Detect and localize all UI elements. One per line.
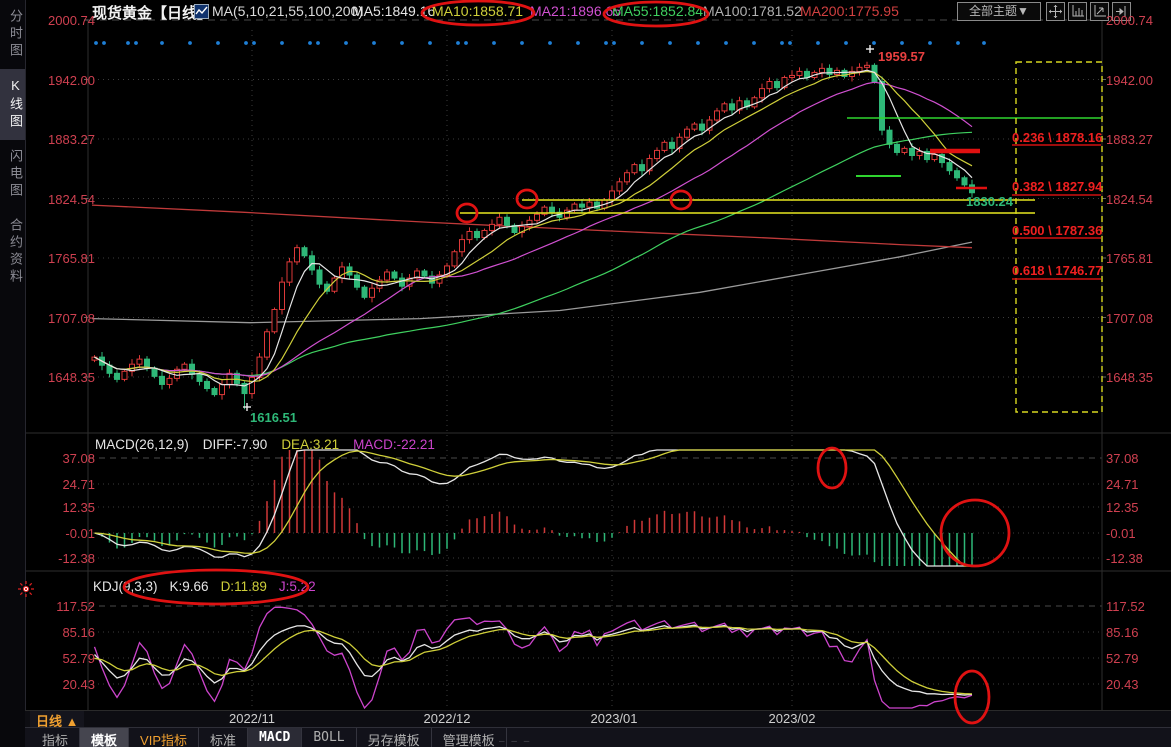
low-price-tag: 1616.51 (250, 410, 297, 425)
macd-axis-label: 12.35 (1106, 500, 1139, 515)
ma-parameters-label: MA(5,10,21,55,100,200) (212, 3, 363, 19)
macd-axis-label: -12.38 (1106, 551, 1143, 566)
sidebar-tab-2[interactable]: 闪电图 (0, 140, 25, 209)
kdj-k-value: K:9.66 (169, 579, 209, 594)
pan-icon[interactable] (1046, 2, 1065, 21)
macd-axis-label: 12.35 (62, 500, 95, 515)
price-axis-label: 1648.35 (48, 370, 95, 385)
kdj-d-value: D:11.89 (220, 579, 267, 594)
macd-axis-label: 24.71 (1106, 477, 1139, 492)
price-axis-label: 1707.08 (1106, 310, 1153, 326)
sidebar-tab-0[interactable]: 分时图 (0, 0, 25, 69)
price-axis-label: 2000.74 (48, 13, 95, 28)
ma-value-3: MA55:1852.84 (612, 3, 704, 19)
theme-dropdown-button[interactable]: 全部主题▼ (957, 2, 1041, 21)
kdj-axis-label: 52.79 (1106, 651, 1139, 666)
time-axis-label: 2023/02 (768, 711, 816, 726)
kdj-legend: KDJ(9,3,3) K:9.66 D:11.89 J:5.22 (93, 579, 316, 594)
macd-macd-value: MACD:-22.21 (353, 437, 435, 452)
bottom-tab-bar: 指标 模板 VIP指标 标准 MACD BOLL 另存模板 管理模板 (25, 727, 1171, 747)
bottom-tab-6[interactable]: 另存模板 (357, 728, 432, 747)
macd-title: MACD(26,12,9) (95, 437, 189, 452)
kdj-axis-label: 85.16 (1106, 625, 1139, 640)
kdj-j-value: J:5.22 (278, 579, 316, 594)
bottom-tab-4[interactable]: MACD (248, 728, 303, 747)
macd-legend: MACD(26,12,9) DIFF:-7.90 DEA:3.21 MACD:-… (95, 437, 435, 452)
chart-canvas[interactable] (0, 0, 1171, 747)
price-axis-label: 1883.27 (48, 132, 95, 147)
axis-scale-icon[interactable] (1068, 2, 1087, 21)
macd-axis-label: -0.01 (65, 526, 95, 541)
time-axis-label: 2022/11 (228, 711, 276, 726)
indicator-chart-icon[interactable] (194, 4, 209, 19)
fibonacci-level-label: 0.236 \ 1878.16 (1012, 130, 1103, 145)
kdj-axis-label: 52.79 (62, 651, 95, 666)
kdj-axis-label: 20.43 (62, 677, 95, 692)
macd-dea-value: DEA:3.21 (281, 437, 340, 452)
price-axis-label: 1648.35 (1106, 370, 1153, 385)
macd-axis-label: -0.01 (1106, 526, 1136, 541)
ma-value-4: MA100:1781.52 (703, 3, 802, 19)
bottom-tab-5[interactable]: BOLL (302, 728, 357, 747)
ma-value-5: MA200:1775.95 (800, 3, 899, 19)
fibonacci-level-label: 0.618 \ 1746.77 (1012, 263, 1103, 278)
kdj-axis-label: 85.16 (62, 625, 95, 640)
ma-value-1: MA10:1858.71 (432, 3, 524, 19)
macd-diff-value: DIFF:-7.90 (202, 437, 268, 452)
price-axis-label: 1942.00 (1106, 72, 1153, 88)
price-axis-label: 1824.54 (1106, 191, 1153, 207)
bottom-tab-2[interactable]: VIP指标 (129, 728, 199, 747)
macd-axis-label: 37.08 (1106, 451, 1139, 466)
bottom-tab-0[interactable]: 指标 (31, 728, 81, 747)
bottom-tab-3[interactable]: 标准 (199, 728, 249, 747)
price-axis-label: 2000.74 (1106, 13, 1153, 28)
last-price-tag: 1830.24 (966, 194, 1013, 209)
ma-value-2: MA21:1896.65 (530, 3, 622, 19)
time-axis-label: 2022/12 (423, 711, 471, 726)
time-axis-label: 2023/01 (590, 711, 638, 726)
sidebar-tab-1[interactable]: K线图 (0, 69, 25, 140)
price-axis-label: 1883.27 (1106, 132, 1153, 147)
price-axis-label: 1765.81 (1106, 251, 1153, 266)
kdj-axis-label: 117.52 (56, 599, 95, 614)
fibonacci-level-label: 0.500 \ 1787.36 (1012, 223, 1103, 238)
macd-axis-label: 37.08 (62, 451, 95, 466)
price-axis-label: 1765.81 (48, 251, 95, 266)
fibonacci-level-label: 0.382 \ 1827.94 (1012, 179, 1103, 194)
price-axis-label: 1824.54 (48, 191, 95, 207)
peak-price-tag: 1959.57 (878, 49, 925, 64)
bottom-tab-1[interactable]: 模板 (80, 728, 130, 747)
ma-value-0: MA5:1849.16 (352, 3, 436, 19)
sidebar-tab-3[interactable]: 合约资料 (0, 209, 25, 295)
kdj-axis-label: 20.43 (1106, 677, 1139, 692)
indicator-settings-sun-icon[interactable] (17, 580, 35, 598)
trading-app-window: 分时图 K线图 闪电图 合约资料 现货黄金【日线】 MA(5,10,21,55,100… (0, 0, 1171, 747)
kdj-axis-label: 117.52 (1106, 599, 1145, 614)
price-axis-label: 1707.08 (48, 310, 95, 326)
stray-dashes: – – – – – – (462, 736, 532, 747)
chart-type-sidebar: 分时图 K线图 闪电图 合约资料 (0, 0, 26, 747)
macd-axis-label: 24.71 (62, 477, 95, 492)
kdj-title: KDJ(9,3,3) (93, 579, 158, 594)
macd-axis-label: -12.38 (58, 551, 95, 566)
price-axis-label: 1942.00 (48, 72, 95, 88)
